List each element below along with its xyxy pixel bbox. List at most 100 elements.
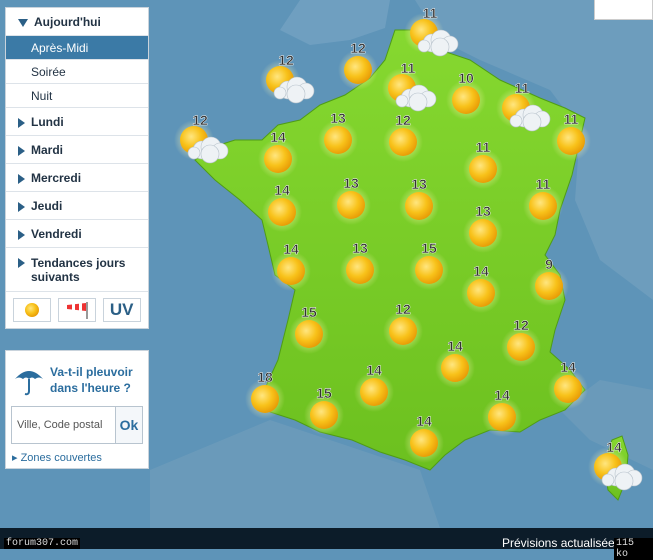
nav-trends[interactable]: Tendances jours suivants — [6, 248, 148, 292]
nav-day-label: Mardi — [31, 143, 64, 157]
nav-day-mercredi[interactable]: Mercredi — [6, 164, 148, 192]
city-temperature: 12 — [278, 52, 294, 68]
wind-layer-button[interactable] — [57, 298, 96, 322]
city-temperature: 13 — [343, 175, 359, 191]
city-temperature: 11 — [536, 176, 551, 192]
triangle-right-icon — [18, 258, 25, 268]
watermark: forum307.com — [4, 538, 81, 549]
city-temperature: 11 — [423, 5, 438, 21]
sun-icon — [441, 354, 469, 382]
city-temperature: 14 — [270, 129, 286, 145]
sun-icon — [295, 320, 323, 348]
nav-day-vendredi[interactable]: Vendredi — [6, 220, 148, 248]
nav-day-label: Vendredi — [31, 227, 82, 241]
location-input[interactable] — [12, 407, 116, 443]
rain-title: Va-t-il pleuvoir dans l'heure ? — [50, 365, 133, 395]
nav-night-label: Nuit — [31, 89, 53, 103]
sun-icon — [405, 192, 433, 220]
location-search: Ok — [11, 406, 143, 444]
city-temperature: 14 — [283, 241, 299, 257]
zones-link-label: Zones couvertes — [20, 452, 102, 464]
forecast-updated-text: Prévisions actualisée — [502, 536, 615, 550]
sun-icon — [251, 385, 279, 413]
ok-button[interactable]: Ok — [115, 407, 142, 443]
sun-icon — [389, 317, 417, 345]
zones-link[interactable]: ▸ Zones couvertes — [12, 451, 102, 464]
nav-trends-label: Tendances jours suivants — [31, 256, 126, 284]
nav-day-label: Mercredi — [31, 171, 82, 185]
umbrella-icon — [15, 371, 43, 396]
sun-icon — [346, 256, 374, 284]
triangle-right-icon — [18, 173, 25, 184]
city-temperature: 14 — [274, 182, 290, 198]
sun-icon — [344, 56, 372, 84]
sun-icon — [277, 257, 305, 285]
triangle-down-icon — [18, 18, 28, 27]
nav-afternoon-label: Après-Midi — [31, 41, 89, 55]
sun-icon — [467, 279, 495, 307]
sun-icon — [268, 198, 296, 226]
city-temperature: 11 — [515, 80, 530, 96]
nav-day-lundi[interactable]: Lundi — [6, 108, 148, 136]
city-temperature: 14 — [447, 338, 463, 354]
forecast-nav-panel: Aujourd'hui Après-Midi Soirée Nuit Lundi… — [5, 7, 149, 329]
nav-night[interactable]: Nuit — [6, 84, 148, 108]
sun-icon — [264, 145, 292, 173]
sun-layer-button[interactable] — [13, 298, 52, 322]
city-temperature: 14 — [494, 387, 510, 403]
city-temperature: 13 — [352, 240, 368, 256]
city-temperature: 14 — [366, 362, 382, 378]
triangle-right-icon — [18, 229, 25, 240]
sun-icon — [488, 403, 516, 431]
city-temperature: 11 — [476, 139, 491, 155]
nav-today-label: Aujourd'hui — [34, 15, 101, 29]
nav-day-label: Jeudi — [31, 199, 63, 213]
sun-icon — [469, 219, 497, 247]
rain-forecast-panel: Va-t-il pleuvoir dans l'heure ? Ok ▸ Zon… — [5, 350, 149, 469]
sun-icon — [360, 378, 388, 406]
size-badge: 115 ko — [614, 538, 653, 560]
city-temperature: 12 — [350, 40, 366, 56]
nav-day-label: Lundi — [31, 115, 64, 129]
nav-today[interactable]: Aujourd'hui — [6, 8, 148, 36]
nav-day-mardi[interactable]: Mardi — [6, 136, 148, 164]
city-temperature: 12 — [395, 301, 411, 317]
city-temperature: 15 — [301, 304, 317, 320]
sun-icon — [529, 192, 557, 220]
sun-icon — [324, 126, 352, 154]
city-temperature: 10 — [458, 70, 474, 86]
city-temperature: 9 — [545, 256, 553, 272]
sun-icon — [337, 191, 365, 219]
uv-label: UV — [109, 300, 134, 319]
city-temperature: 13 — [475, 203, 491, 219]
sun-icon — [389, 128, 417, 156]
sun-icon — [557, 127, 585, 155]
city-temperature: 13 — [330, 110, 346, 126]
city-temperature: 13 — [411, 176, 427, 192]
nav-evening[interactable]: Soirée — [6, 60, 148, 84]
top-right-card — [594, 0, 653, 20]
sun-icon — [410, 429, 438, 457]
nav-day-jeudi[interactable]: Jeudi — [6, 192, 148, 220]
nav-afternoon[interactable]: Après-Midi — [6, 36, 148, 60]
city-temperature: 11 — [401, 60, 416, 76]
city-temperature: 14 — [606, 439, 622, 455]
sun-icon — [452, 86, 480, 114]
sun-icon — [507, 333, 535, 361]
sun-icon — [310, 401, 338, 429]
map-layer-bar: UV — [6, 292, 148, 328]
city-temperature: 14 — [560, 359, 576, 375]
triangle-right-icon — [18, 145, 25, 156]
triangle-right-icon — [18, 201, 25, 212]
uv-layer-button[interactable]: UV — [102, 298, 141, 322]
sun-icon — [535, 272, 563, 300]
city-temperature: 12 — [513, 317, 529, 333]
nav-evening-label: Soirée — [31, 65, 66, 79]
sun-icon — [554, 375, 582, 403]
city-temperature: 14 — [416, 413, 432, 429]
city-temperature: 11 — [564, 111, 579, 127]
windsock-icon — [66, 302, 88, 319]
city-temperature: 12 — [395, 112, 411, 128]
sun-icon — [25, 303, 40, 317]
city-temperature: 15 — [421, 240, 437, 256]
